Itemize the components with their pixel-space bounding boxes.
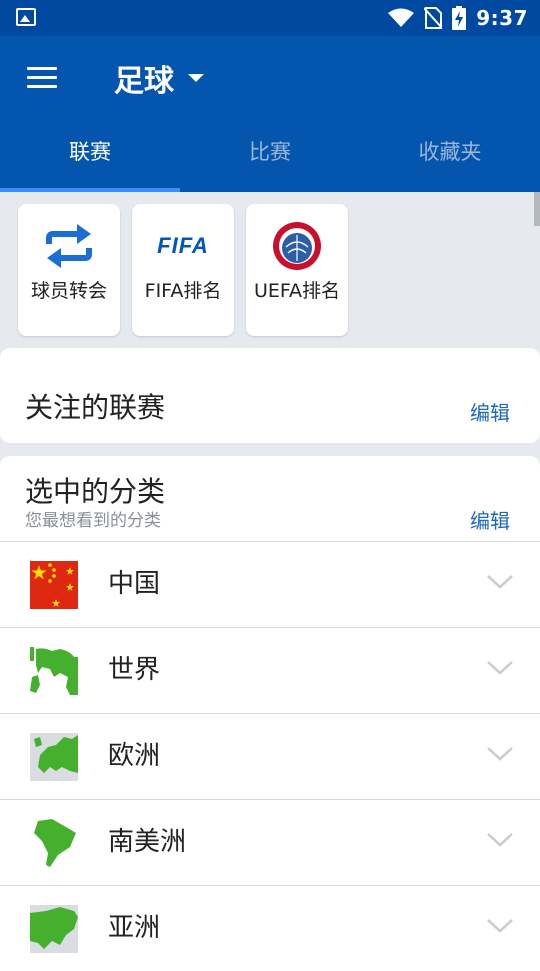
- category-list: 中国 世界 欧洲 南美洲 亚洲: [0, 541, 540, 971]
- category-row-world[interactable]: 世界: [0, 627, 540, 713]
- scrollbar-thumb[interactable]: [534, 192, 540, 226]
- category-name: 欧洲: [108, 741, 161, 771]
- categories-subtitle: 您最想看到的分类: [25, 511, 161, 531]
- image-notification-icon: [16, 8, 36, 26]
- china-flag-icon: [30, 561, 78, 609]
- sport-selector[interactable]: 足球: [114, 56, 204, 100]
- shortcut-label: 球员转会: [30, 280, 107, 302]
- category-name: 世界: [108, 655, 161, 685]
- category-row-asia[interactable]: 亚洲: [0, 885, 540, 971]
- followed-leagues-title: 关注的联赛: [25, 391, 166, 424]
- category-name: 中国: [108, 569, 161, 599]
- chevron-down-icon: [487, 575, 513, 589]
- chevron-down-icon: [487, 833, 513, 847]
- category-row-europe[interactable]: 欧洲: [0, 713, 540, 799]
- battery-charging-icon: [452, 6, 467, 30]
- status-bar: 9:37: [0, 0, 540, 36]
- tab-bar: 联赛 比赛 收藏夹: [0, 132, 540, 192]
- shortcut-label: FIFA排名: [144, 280, 222, 302]
- chevron-down-icon: [487, 919, 513, 933]
- transfer-arrows-icon: [18, 218, 120, 274]
- menu-icon[interactable]: [27, 67, 57, 89]
- category-name: 南美洲: [108, 827, 187, 857]
- selected-categories-card: 选中的分类 您最想看到的分类 编辑: [0, 456, 540, 542]
- south-america-map-icon: [34, 819, 76, 867]
- categories-title: 选中的分类: [25, 475, 166, 508]
- category-name: 亚洲: [108, 913, 161, 943]
- edit-categories-button[interactable]: 编辑: [470, 505, 510, 534]
- wifi-icon: [388, 8, 415, 27]
- asia-map-icon: [30, 905, 78, 953]
- chevron-down-icon: [487, 661, 513, 675]
- shortcut-fifa-ranking[interactable]: FIFA FIFA排名: [132, 204, 234, 336]
- shortcut-label: UEFA排名: [253, 280, 341, 302]
- europe-map-icon: [30, 733, 78, 781]
- tab-leagues[interactable]: 联赛: [0, 132, 180, 192]
- fifa-logo: FIFA: [157, 233, 209, 258]
- shortcut-uefa-ranking[interactable]: UEFA排名: [246, 204, 348, 336]
- tab-matches[interactable]: 比赛: [180, 132, 360, 192]
- edit-followed-button[interactable]: 编辑: [470, 397, 510, 426]
- shortcut-transfers[interactable]: 球员转会: [18, 204, 120, 336]
- caret-down-icon: [188, 74, 204, 82]
- world-map-icon: [30, 647, 78, 695]
- uefa-logo: [246, 218, 348, 274]
- chevron-down-icon: [487, 747, 513, 761]
- category-row-china[interactable]: 中国: [0, 541, 540, 627]
- no-sim-icon: [424, 7, 443, 29]
- tab-favorites[interactable]: 收藏夹: [360, 132, 540, 192]
- status-icons: 9:37: [388, 4, 528, 32]
- followed-leagues-card: 关注的联赛 编辑: [0, 348, 540, 443]
- status-time: 9:37: [476, 6, 528, 30]
- category-row-south-america[interactable]: 南美洲: [0, 799, 540, 885]
- app-bar: 足球 联赛 比赛 收藏夹: [0, 36, 540, 192]
- app-title: 足球: [114, 64, 174, 99]
